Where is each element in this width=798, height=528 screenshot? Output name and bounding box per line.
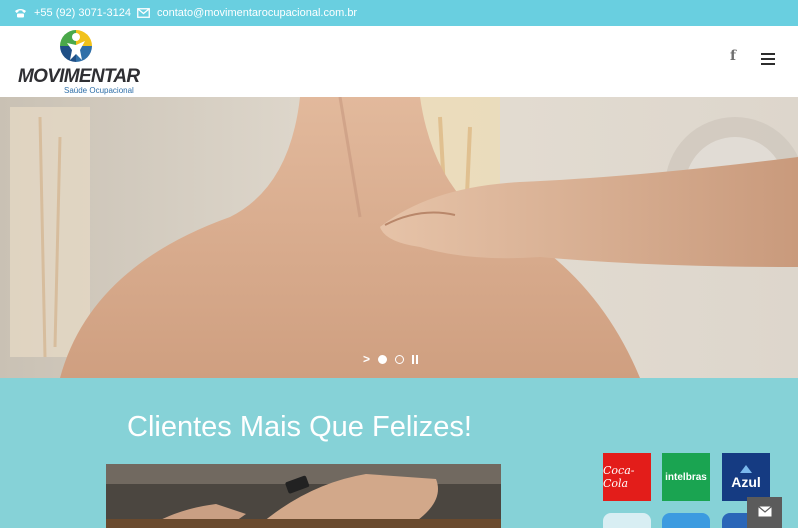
client-logo-intelbras[interactable]: intelbras [662,453,710,501]
slide-dot[interactable] [378,354,388,364]
slide-dot[interactable] [395,354,405,364]
email-contact[interactable]: contato@movimentarocupacional.com.br [137,0,357,26]
client-logo-partial[interactable] [662,513,710,528]
envelope-icon [137,8,150,18]
top-contact-bar: +55 (92) 3071-3124 contato@movimentarocu… [0,0,798,26]
phone-number: +55 (92) 3071-3124 [34,7,131,19]
phone-contact[interactable]: +55 (92) 3071-3124 [14,0,131,26]
email-address: contato@movimentarocupacional.com.br [157,7,358,19]
phone-icon [14,8,27,18]
site-header: MOVIMENTAR Saúde Ocupacional f [0,26,798,97]
next-arrow-icon[interactable]: > [363,352,370,366]
client-logo-label: Azul [731,474,761,490]
logo-name: MOVIMENTAR [18,66,140,87]
hero-slider [0,97,798,378]
client-logo-label: Coca-Cola [603,464,635,490]
pause-icon[interactable] [412,354,420,364]
facebook-icon[interactable]: f [730,48,736,64]
logo-tagline: Saúde Ocupacional [64,86,134,95]
testimonial-image [106,464,501,528]
client-logo-coca-cola[interactable]: Coca-Cola [603,453,651,501]
envelope-icon [757,504,772,522]
clients-section: Clientes Mais Que Felizes! Coca-Cola int… [0,378,798,528]
client-logo-partial[interactable] [603,513,651,528]
hero-image [0,97,798,378]
clients-title: Clientes Mais Que Felizes! [127,411,472,443]
client-logo-label: intelbras [665,471,707,483]
message-button[interactable] [747,497,782,528]
azul-mark-icon [740,465,752,473]
site-logo[interactable]: MOVIMENTAR Saúde Ocupacional [18,28,148,95]
slider-controls: > [363,352,420,366]
logo-figure-icon [60,30,92,62]
hamburger-menu-icon[interactable] [761,53,775,68]
client-logo-azul[interactable]: Azul [722,453,770,501]
